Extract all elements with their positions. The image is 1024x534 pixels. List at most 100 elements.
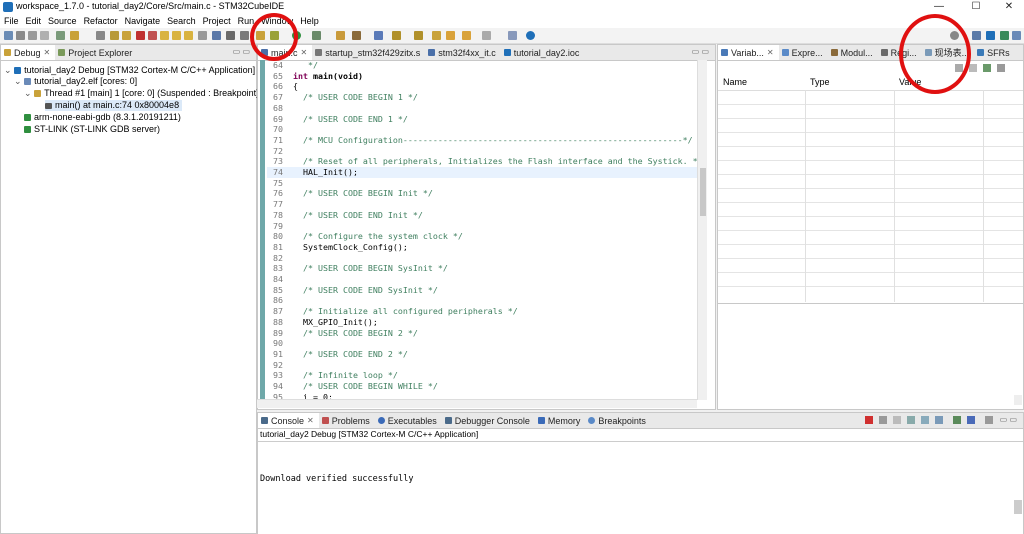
next-annotation-icon[interactable]: [392, 31, 401, 40]
suspend-icon[interactable]: [122, 31, 131, 40]
menu-help[interactable]: Help: [296, 16, 322, 26]
menu-edit[interactable]: Edit: [22, 16, 45, 26]
print-icon[interactable]: [40, 31, 49, 40]
tab-debugger-console[interactable]: Debugger Console: [442, 413, 535, 428]
show-on-output-icon[interactable]: [935, 416, 943, 424]
line-number[interactable]: 67: [267, 92, 283, 103]
restart-icon[interactable]: [212, 31, 221, 40]
code-line[interactable]: 64 */: [267, 60, 697, 71]
terminate-icon[interactable]: [136, 31, 145, 40]
table-row[interactable]: [718, 132, 1023, 133]
code-line[interactable]: 79: [267, 221, 697, 232]
code-line[interactable]: 67 /* USER CODE BEGIN 1 */: [267, 92, 697, 103]
close-icon[interactable]: ✕: [767, 48, 774, 57]
terminate-relaunch-icon[interactable]: [240, 31, 249, 40]
line-number[interactable]: 84: [267, 274, 283, 285]
column-divider[interactable]: [983, 90, 984, 302]
perspective-remote-icon[interactable]: [1012, 31, 1021, 40]
view-menu-icon[interactable]: ▭ ▭: [233, 47, 250, 56]
perspective-cpp-icon[interactable]: [986, 31, 995, 40]
line-number[interactable]: 89: [267, 328, 283, 339]
console-output[interactable]: Download verified successfully: [258, 442, 1023, 534]
build-all-icon[interactable]: [70, 31, 79, 40]
tab-breakpoints[interactable]: Breakpoints: [585, 413, 651, 428]
view-menu-icon[interactable]: [997, 64, 1005, 72]
line-number[interactable]: 88: [267, 317, 283, 328]
code-line[interactable]: 71 /* MCU Configuration-----------------…: [267, 135, 697, 146]
line-number[interactable]: 73: [267, 156, 283, 167]
skip-breakpoints-icon[interactable]: [96, 31, 105, 40]
menu-navigate[interactable]: Navigate: [121, 16, 164, 26]
terminate-icon[interactable]: [865, 416, 873, 424]
line-number[interactable]: 85: [267, 285, 283, 296]
code-line[interactable]: 92: [267, 360, 697, 371]
perspective-debug-icon[interactable]: [972, 31, 981, 40]
code-line[interactable]: 78 /* USER CODE END Init */: [267, 210, 697, 221]
tab-problems[interactable]: Problems: [319, 413, 375, 428]
code-line[interactable]: 85 /* USER CODE END SysInit */: [267, 285, 697, 296]
tab-variables[interactable]: Variab... ✕: [718, 45, 779, 60]
save-icon[interactable]: [16, 31, 25, 40]
tab-debug[interactable]: Debug ✕: [1, 45, 56, 60]
code-line[interactable]: 88 MX_GPIO_Init();: [267, 317, 697, 328]
build-icon[interactable]: [56, 31, 65, 40]
line-number[interactable]: 71: [267, 135, 283, 146]
tab-ioc[interactable]: tutorial_day2.ioc: [501, 45, 585, 60]
code-line[interactable]: 90: [267, 338, 697, 349]
line-number[interactable]: 69: [267, 114, 283, 125]
open-console-icon[interactable]: [985, 416, 993, 424]
step-over-icon[interactable]: [172, 31, 181, 40]
scroll-lock-icon[interactable]: [907, 416, 915, 424]
line-number[interactable]: 76: [267, 188, 283, 199]
line-number[interactable]: 93: [267, 370, 283, 381]
column-type[interactable]: Type: [810, 77, 830, 87]
line-number[interactable]: 77: [267, 199, 283, 210]
tree-item-gdb[interactable]: arm-none-eabi-gdb (8.3.1.20191211): [24, 112, 181, 123]
open-perspective-icon[interactable]: [508, 31, 517, 40]
step-into-icon[interactable]: [160, 31, 169, 40]
code-line[interactable]: 66 {: [267, 81, 697, 92]
table-row[interactable]: [718, 286, 1023, 287]
line-number[interactable]: 75: [267, 178, 283, 189]
menu-project[interactable]: Project: [199, 16, 234, 26]
remove-launch-icon[interactable]: [879, 416, 887, 424]
code-line[interactable]: 68: [267, 103, 697, 114]
pin-console-icon[interactable]: [953, 416, 961, 424]
last-edit-icon[interactable]: [432, 31, 441, 40]
minimize-button[interactable]: —: [924, 0, 954, 14]
tab-executables[interactable]: Executables: [375, 413, 442, 428]
line-number[interactable]: 78: [267, 210, 283, 221]
line-number[interactable]: 82: [267, 253, 283, 264]
table-row[interactable]: [718, 216, 1023, 217]
new-icon[interactable]: [4, 31, 13, 40]
column-divider[interactable]: [805, 90, 806, 302]
tab-expressions[interactable]: Expre...: [779, 45, 828, 60]
table-row[interactable]: [718, 258, 1023, 259]
line-number[interactable]: 94: [267, 381, 283, 392]
instruction-step-icon[interactable]: [198, 31, 207, 40]
tree-item-stack-frame[interactable]: main() at main.c:74 0x80004e8: [45, 100, 183, 111]
tab-sfrs[interactable]: SFRs: [974, 45, 1015, 60]
code-line[interactable]: 72: [267, 146, 697, 157]
table-row[interactable]: [718, 146, 1023, 147]
save-all-icon[interactable]: [28, 31, 37, 40]
line-number[interactable]: 83: [267, 263, 283, 274]
close-icon[interactable]: ✕: [307, 416, 314, 425]
maximize-button[interactable]: ☐: [961, 0, 991, 14]
clear-console-icon[interactable]: [893, 416, 901, 424]
menu-source[interactable]: Source: [44, 16, 80, 26]
external-tools-icon[interactable]: [312, 31, 321, 40]
open-type-icon[interactable]: [336, 31, 345, 40]
tab-memory[interactable]: Memory: [535, 413, 586, 428]
editor-scroll-thumb[interactable]: [700, 168, 706, 216]
table-row[interactable]: [718, 104, 1023, 105]
tree-item-launch[interactable]: ⌄ tutorial_day2 Debug [STM32 Cortex-M C/…: [4, 65, 255, 76]
tab-stm32f4xx-it[interactable]: stm32f4xx_it.c: [425, 45, 501, 60]
line-number[interactable]: 87: [267, 306, 283, 317]
collapse-all-icon[interactable]: [983, 64, 991, 72]
table-row[interactable]: [718, 272, 1023, 273]
view-menu-icon[interactable]: ▭ ▭: [692, 47, 709, 56]
code-line[interactable]: 83 /* USER CODE BEGIN SysInit */: [267, 263, 697, 274]
code-line[interactable]: 86: [267, 295, 697, 306]
menu-file[interactable]: File: [0, 16, 22, 26]
